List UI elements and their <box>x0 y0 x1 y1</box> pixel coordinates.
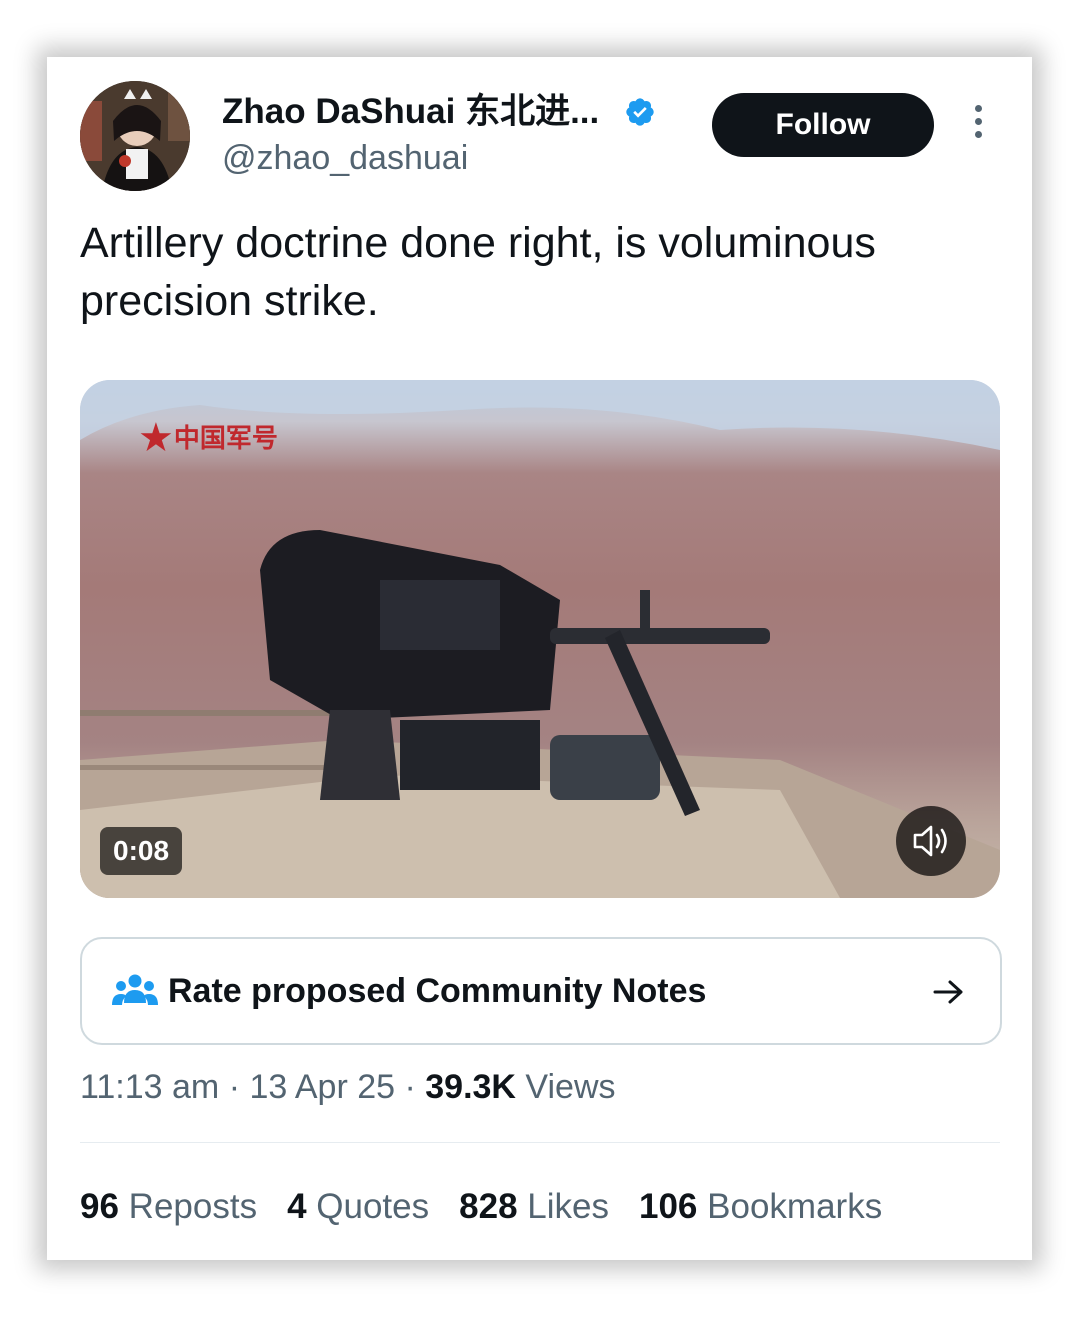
separator: · <box>395 1068 426 1106</box>
likes-count: 828 <box>459 1187 518 1226</box>
tweet-time[interactable]: 11:13 am <box>80 1068 219 1106</box>
tweet-date[interactable]: 13 Apr 25 <box>249 1068 395 1106</box>
red-star-icon: ★ <box>138 416 174 461</box>
community-notes-label: Rate proposed Community Notes <box>168 972 707 1010</box>
quotes-count: 4 <box>287 1187 307 1226</box>
community-notes-prompt[interactable]: Rate proposed Community Notes <box>80 937 1002 1045</box>
volume-button[interactable] <box>896 806 966 876</box>
bookmarks-label: Bookmarks <box>707 1187 883 1226</box>
author-handle[interactable]: @zhao_dashuai <box>222 137 468 179</box>
watermark-text: 中国军号 <box>173 423 278 454</box>
community-people-icon <box>112 974 158 1005</box>
verified-badge-icon <box>626 98 654 126</box>
reposts-stat[interactable]: 96 Reposts <box>80 1184 257 1230</box>
tweet-metadata: 11:13 am · 13 Apr 25 · 39.3K Views <box>80 1064 616 1110</box>
speaker-icon <box>913 825 947 857</box>
reposts-count: 96 <box>80 1187 119 1226</box>
engagement-stats: 96 Reposts 4 Quotes 828 Likes 106 Bookmarks <box>80 1184 882 1230</box>
video-watermark: ★中国军号 <box>138 416 278 458</box>
arrow-right-icon <box>933 980 963 1004</box>
bookmarks-stat[interactable]: 106 Bookmarks <box>639 1184 882 1230</box>
likes-label: Likes <box>527 1187 609 1226</box>
divider <box>80 1142 1000 1143</box>
quotes-label: Quotes <box>316 1187 430 1226</box>
author-display-name[interactable]: Zhao DaShuai 东北进... <box>222 90 599 134</box>
separator: · <box>219 1068 250 1106</box>
video-player[interactable]: ★中国军号 <box>80 380 1000 898</box>
likes-stat[interactable]: 828 Likes <box>459 1184 609 1230</box>
tweet-text: Artillery doctrine done right, is volumi… <box>80 219 876 325</box>
views-label: Views <box>515 1068 616 1106</box>
author-avatar[interactable] <box>80 81 190 191</box>
video-duration: 0:08 <box>100 827 183 875</box>
reposts-label: Reposts <box>128 1187 258 1226</box>
quotes-stat[interactable]: 4 Quotes <box>287 1184 429 1230</box>
views-count: 39.3K <box>425 1068 516 1106</box>
more-options-icon[interactable] <box>968 105 988 145</box>
bookmarks-count: 106 <box>639 1187 698 1226</box>
follow-button[interactable]: Follow <box>712 93 934 157</box>
